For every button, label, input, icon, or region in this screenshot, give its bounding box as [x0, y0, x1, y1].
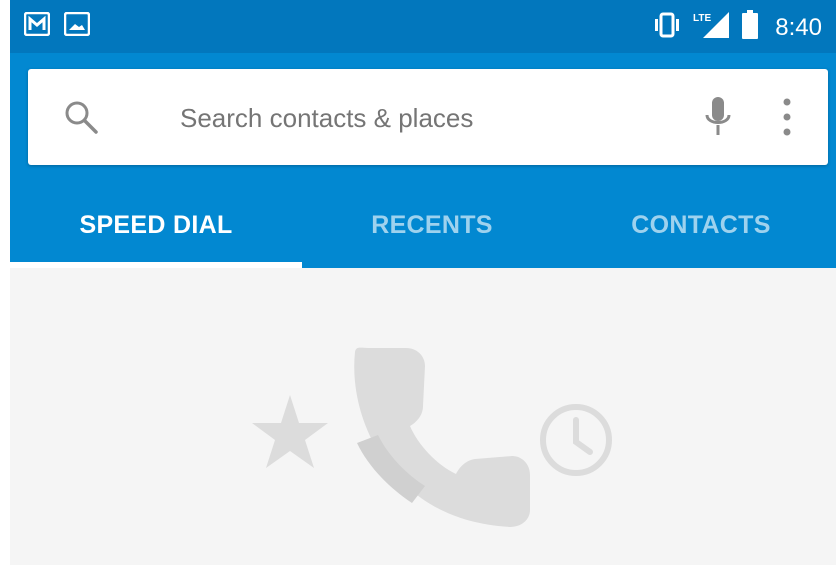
system-status-icons: LTE 8:40 [651, 10, 822, 45]
tab-recents[interactable]: RECENTS [286, 183, 578, 268]
search-placeholder[interactable]: Search contacts & places [180, 103, 473, 134]
speed-dial-empty-illustration [240, 340, 620, 545]
active-tab-indicator [10, 262, 302, 268]
svg-text:LTE: LTE [693, 13, 711, 24]
status-bar: LTE 8:40 [10, 0, 836, 53]
search-box[interactable]: Search contacts & places [28, 69, 828, 165]
tab-contacts-label: CONTACTS [631, 211, 771, 239]
dialer-tabs: SPEED DIAL RECENTS CONTACTS [10, 183, 836, 268]
dialer-screen: LTE 8:40 Search contacts & places SPEED … [10, 0, 836, 565]
tab-recents-label: RECENTS [371, 211, 493, 239]
tab-contacts[interactable]: CONTACTS [555, 183, 836, 268]
star-icon [252, 395, 328, 468]
vibrate-icon [651, 12, 683, 43]
battery-icon [741, 10, 759, 45]
search-icon[interactable] [63, 99, 99, 140]
lte-signal-icon: LTE [693, 11, 731, 44]
notification-icons [23, 11, 91, 41]
overflow-menu-icon[interactable] [782, 97, 792, 142]
microphone-icon[interactable] [703, 95, 733, 144]
phone-icon [354, 347, 530, 527]
tab-speed-dial-label: SPEED DIAL [79, 211, 233, 239]
clock-icon [540, 404, 612, 476]
tab-speed-dial[interactable]: SPEED DIAL [10, 183, 302, 268]
gmail-notification-icon [23, 11, 51, 41]
status-time: 8:40 [775, 13, 822, 41]
gallery-notification-icon [63, 11, 91, 41]
